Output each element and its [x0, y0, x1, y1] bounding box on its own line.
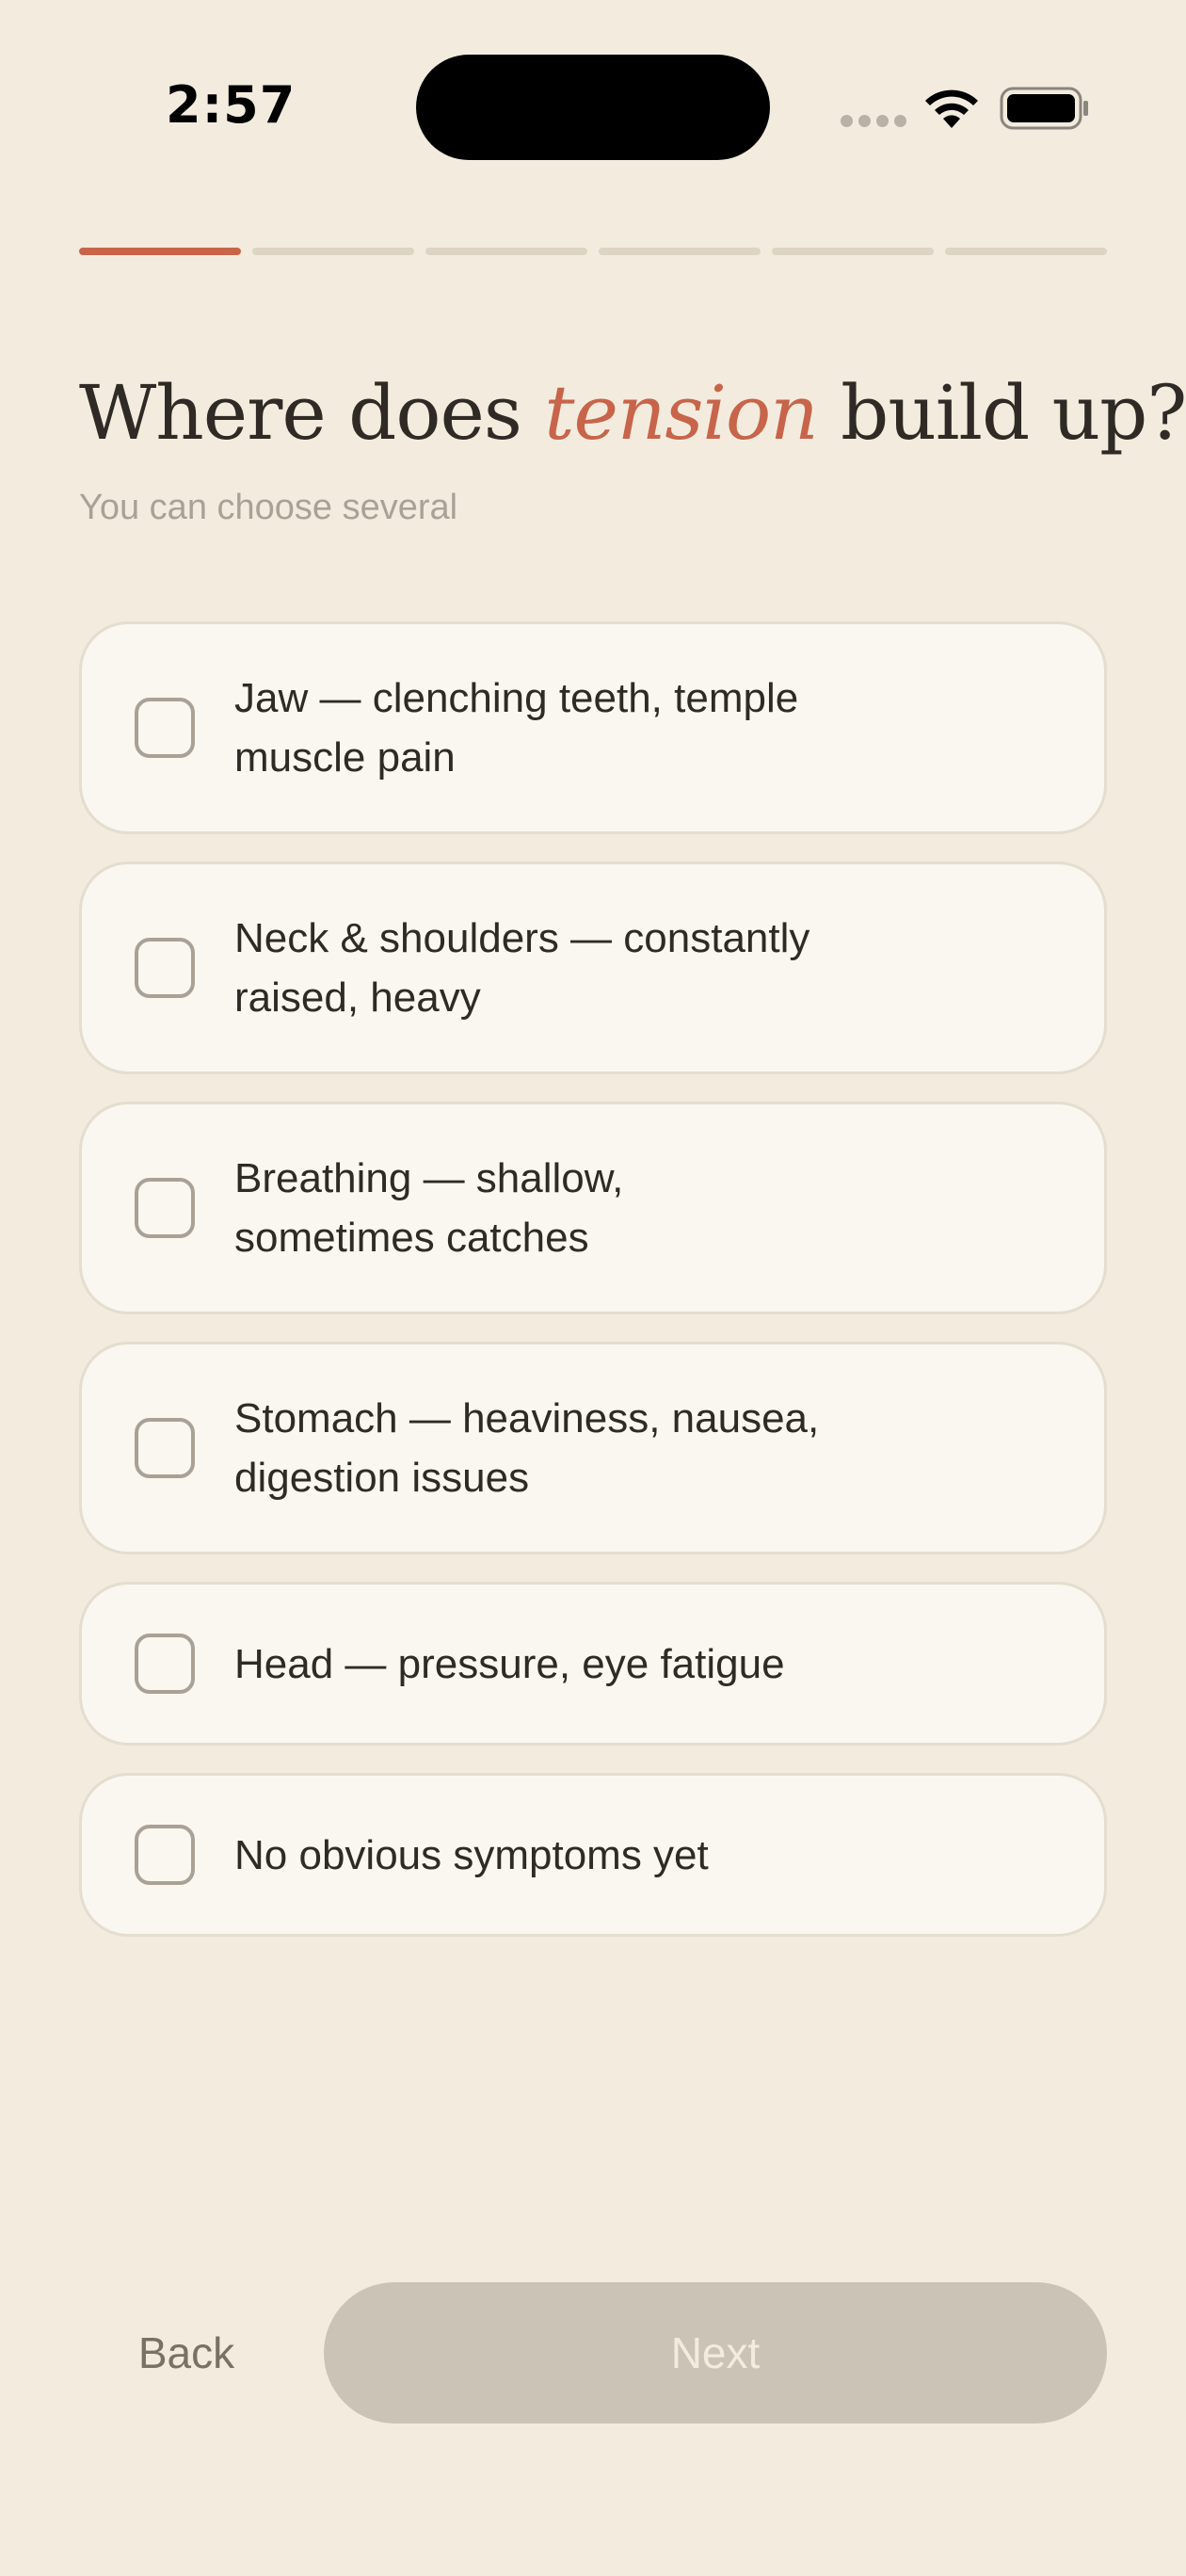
- progress-segment: [772, 248, 934, 255]
- option-jaw[interactable]: Jaw — clenching teeth, temple muscle pai…: [79, 621, 1107, 834]
- title-text: Where does: [79, 369, 522, 457]
- title-accent-text: tension: [544, 369, 818, 457]
- option-neck-shoulders[interactable]: Neck & shoulders — constantly raised, he…: [79, 861, 1107, 1074]
- option-label: Head — pressure, eye fatigue: [234, 1640, 785, 1687]
- checkbox[interactable]: [135, 1825, 195, 1885]
- page-title: Where does tension build up?: [79, 369, 1186, 457]
- back-button[interactable]: Back: [79, 2282, 294, 2423]
- status-time: 2:57: [166, 75, 296, 135]
- option-label: Stomach — heaviness, nausea, digestion i…: [234, 1395, 820, 1501]
- progress-segment: [945, 248, 1107, 255]
- page-subtitle: You can choose several: [79, 488, 458, 527]
- progress-segment: [599, 248, 761, 255]
- option-breathing[interactable]: Breathing — shallow, sometimes catches: [79, 1102, 1107, 1314]
- progress-segment-active: [79, 248, 241, 255]
- option-label: Jaw — clenching teeth, temple muscle pai…: [234, 675, 799, 781]
- option-label: Neck & shoulders — constantly raised, he…: [234, 915, 810, 1021]
- checkbox[interactable]: [135, 1418, 195, 1478]
- option-no-symptoms[interactable]: No obvious symptoms yet: [79, 1773, 1107, 1937]
- next-button[interactable]: Next: [324, 2282, 1107, 2423]
- checkbox[interactable]: [135, 938, 195, 998]
- options-list: Jaw — clenching teeth, temple muscle pai…: [79, 621, 1107, 1964]
- status-bar: 2:57: [0, 0, 1186, 217]
- step-progress-bar: [79, 248, 1107, 255]
- dynamic-island: [416, 55, 770, 160]
- progress-segment: [425, 248, 587, 255]
- wifi-icon: [925, 89, 978, 128]
- progress-segment: [252, 248, 414, 255]
- option-label: No obvious symptoms yet: [234, 1831, 709, 1878]
- checkbox[interactable]: [135, 698, 195, 758]
- battery-icon: [1000, 87, 1088, 130]
- checkbox[interactable]: [135, 1634, 195, 1694]
- title-text-end: build up?: [841, 369, 1186, 457]
- cellular-signal-icon: [841, 115, 906, 127]
- option-label: Breathing — shallow, sometimes catches: [234, 1155, 624, 1261]
- option-head[interactable]: Head — pressure, eye fatigue: [79, 1582, 1107, 1746]
- option-stomach[interactable]: Stomach — heaviness, nausea, digestion i…: [79, 1342, 1107, 1554]
- checkbox[interactable]: [135, 1178, 195, 1238]
